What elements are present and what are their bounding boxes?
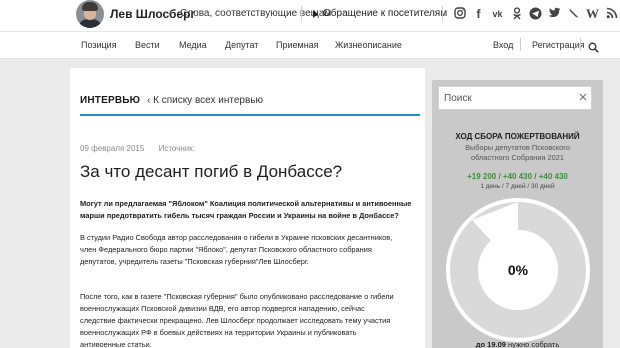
instagram-icon[interactable] — [452, 6, 467, 22]
play-icon — [313, 10, 318, 18]
close-icon[interactable] — [579, 93, 587, 101]
chevron-left-icon: ‹ — [146, 95, 151, 106]
odnoklassniki-icon[interactable] — [509, 6, 524, 22]
article-title: За что десант погиб в Донбассе? — [80, 162, 343, 181]
nav-divider — [580, 38, 581, 51]
register-link[interactable]: Регистрация — [532, 40, 585, 50]
vk-icon[interactable]: vk — [490, 6, 505, 22]
article-meta: 09 февраля 2015 Источник: — [80, 144, 195, 153]
site-header: Лев Шлосберг Слова, соответствующие веща… — [0, 0, 620, 31]
article-date: 09 февраля 2015 — [80, 144, 145, 153]
main-nav: Позиция Вести Медиа Депутат Приемная Жиз… — [0, 31, 620, 59]
social-links: f vk W — [452, 6, 619, 24]
section-link[interactable]: ИНТЕРВЬЮ — [80, 95, 140, 106]
donation-numbers: +19 200 / +40 430 / +40 430 — [467, 172, 568, 181]
login-link[interactable]: Вход — [493, 40, 513, 50]
article-paragraph: После того, как в газете "Псковская губе… — [80, 292, 394, 348]
sidebar: ХОД СБОРА ПОЖЕРТВОВАНИЙ Выборы депутатов… — [432, 80, 603, 348]
article-panel: ИНТЕРВЬЮ ‹ К списку всех интервью 09 фев… — [70, 68, 425, 348]
donation-title: ХОД СБОРА ПОЖЕРТВОВАНИЙ — [455, 132, 580, 141]
nav-item-biography[interactable]: Жизнеописание — [335, 40, 402, 50]
article-lead: Могут ли предлагаемая "Яблоком" Коалиция… — [80, 199, 412, 220]
site-tagline: Слова, соответствующие вещам — [180, 8, 332, 19]
twitter-icon[interactable] — [547, 6, 562, 22]
article-paragraph: В студии Радио Свобода автор расследован… — [80, 233, 393, 266]
back-to-list-link[interactable]: ‹ К списку всех интервью — [147, 95, 263, 106]
donation-period: 1 день / 7 дней / 30 дней — [480, 183, 555, 190]
nav-item-position[interactable]: Позиция — [81, 40, 117, 50]
donation-footer: до 19.09 нужно собрать — [475, 340, 560, 348]
search-icon[interactable] — [588, 40, 600, 53]
wikipedia-icon[interactable]: W — [585, 6, 600, 22]
header-divider — [442, 6, 443, 21]
search-input[interactable] — [439, 87, 567, 109]
article-source-label: Источник: — [158, 144, 195, 153]
donation-percent: 0% — [507, 262, 529, 278]
livejournal-icon[interactable] — [566, 6, 581, 22]
telegram-icon[interactable] — [528, 6, 543, 22]
donation-subtitle: Выборы депутатов Псковского областного С… — [465, 143, 570, 162]
breadcrumb: ИНТЕРВЬЮ ‹ К списку всех интервью — [80, 95, 263, 106]
nav-item-media[interactable]: Медиа — [179, 40, 207, 50]
nav-divider — [520, 38, 521, 51]
nav-item-news[interactable]: Вести — [135, 40, 160, 50]
header-divider — [301, 6, 302, 21]
nav-item-deputy[interactable]: Депутат — [225, 40, 258, 50]
rss-icon[interactable] — [604, 6, 619, 22]
section-underline — [80, 114, 420, 116]
appeal-link[interactable]: Обращение к посетителям — [323, 8, 447, 19]
sidebar-search — [438, 86, 592, 110]
author-avatar[interactable] — [76, 0, 104, 28]
nav-item-reception[interactable]: Приемная — [276, 40, 319, 50]
donation-progress-chart: 0% — [446, 198, 590, 342]
facebook-icon[interactable]: f — [471, 6, 486, 22]
